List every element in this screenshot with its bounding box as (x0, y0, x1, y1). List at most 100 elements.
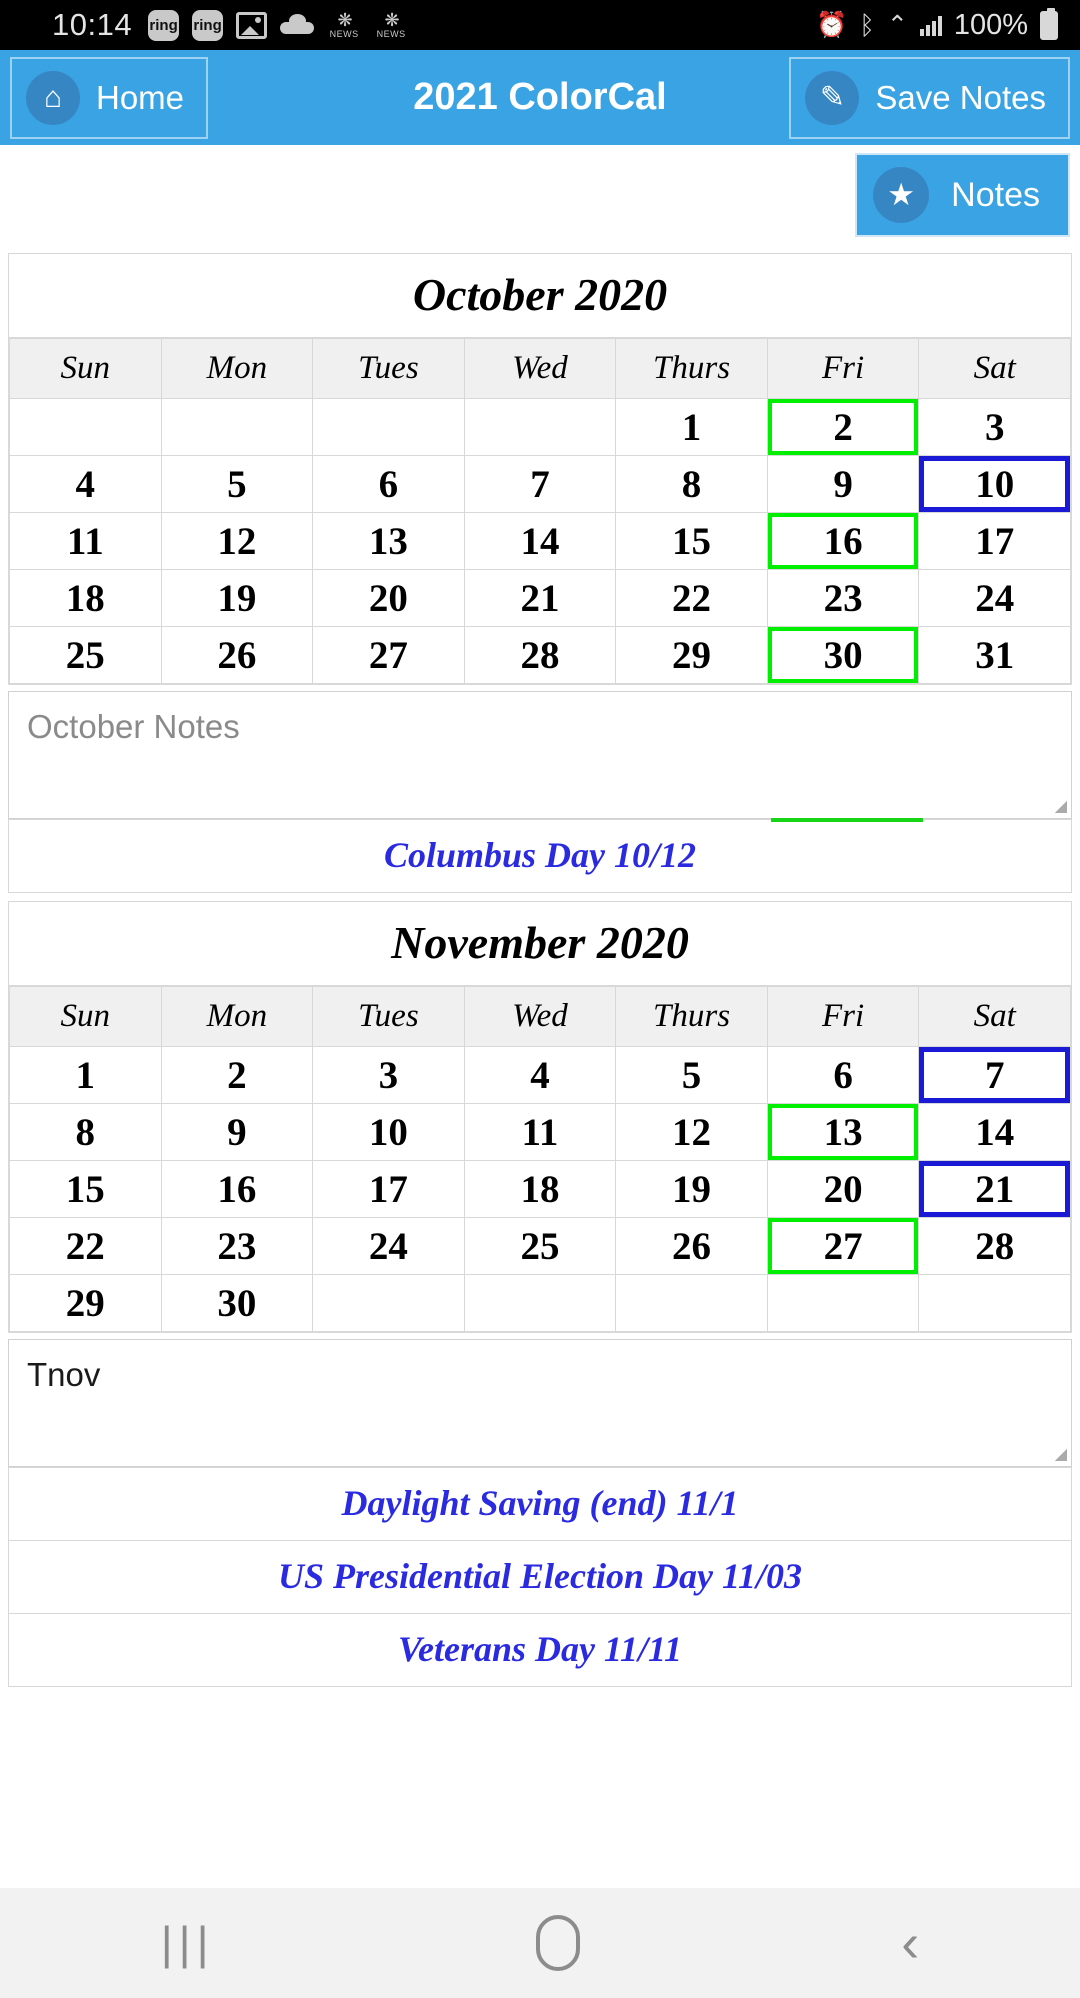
battery-percent: 100% (953, 8, 1028, 41)
calendar-day-cell[interactable]: 2 (160, 1046, 314, 1104)
calendar-day-cell[interactable]: 18 (463, 1160, 617, 1218)
photo-icon (236, 11, 268, 39)
calendar-day-cell[interactable]: 4 (9, 455, 162, 513)
holiday-row[interactable]: Columbus Day 10/12 (8, 819, 1072, 893)
calendar-day-cell[interactable]: 16 (160, 1160, 314, 1218)
calendar-day-cell[interactable]: 3 (918, 398, 1071, 456)
calendar-day-cell[interactable]: 12 (615, 1103, 768, 1161)
ring-icon: ring (148, 9, 180, 41)
nbc-feather-glyph: ❋ (384, 10, 400, 30)
calendar-day-cell[interactable]: 21 (463, 569, 617, 627)
notes-button-label: Notes (951, 175, 1040, 214)
calendar-day-cell[interactable]: 20 (312, 569, 465, 627)
calendar-day-cell[interactable]: 4 (463, 1046, 617, 1104)
calendar-day-cell[interactable]: 17 (918, 512, 1071, 570)
calendar-day-cell[interactable]: 23 (160, 1217, 314, 1275)
calendar-day-cell[interactable]: 10 (312, 1103, 465, 1161)
calendar-day-cell[interactable]: 29 (9, 1274, 162, 1332)
weekday-header-row: Sun Mon Tues Wed Thurs Fri Sat (9, 338, 1071, 399)
calendar-day-cell[interactable]: 26 (160, 626, 314, 684)
calendar-day-cell[interactable]: 30 (766, 626, 920, 684)
calendar-day-cell[interactable]: 15 (9, 1160, 162, 1218)
cloud-icon (280, 14, 315, 34)
calendar-day-cell[interactable]: 17 (312, 1160, 465, 1218)
resize-grip-icon[interactable]: ◢ (1055, 1444, 1067, 1464)
calendar-day-cell[interactable]: 20 (766, 1160, 920, 1218)
calendar-week-row: 4 5 6 7 8 9 10 (9, 455, 1071, 513)
home-button[interactable]: ⌂ Home (10, 56, 209, 139)
calendar-day-cell[interactable]: 3 (312, 1046, 465, 1104)
calendar-day-cell[interactable]: 9 (766, 455, 920, 513)
calendar-day-cell[interactable]: 14 (463, 512, 617, 570)
calendar-week-row: 11 12 13 14 15 16 17 (9, 512, 1071, 570)
calendar-day-cell[interactable]: 5 (160, 455, 314, 513)
nbc-news-icon: ❋ NEWS (374, 11, 408, 39)
calendar-day-cell[interactable]: 22 (9, 1217, 162, 1275)
holiday-row[interactable]: Veterans Day 11/11 (8, 1614, 1072, 1687)
calendar-day-cell[interactable]: 23 (766, 569, 920, 627)
calendar-empty-cell (918, 1274, 1071, 1332)
calendar-day-cell[interactable]: 5 (615, 1046, 768, 1104)
calendar-day-cell[interactable]: 27 (312, 626, 465, 684)
calendar-day-cell[interactable]: 30 (160, 1274, 314, 1332)
calendar-day-cell[interactable]: 27 (766, 1217, 920, 1275)
month-notes-placeholder: October Notes (27, 708, 240, 745)
calendar-grid: Sun Mon Tues Wed Thurs Fri Sat 1 2 3 4 5 6 7 8 9 10 11 12 1… (9, 986, 1071, 1332)
calendar-day-cell[interactable]: 6 (312, 455, 465, 513)
calendar-day-cell[interactable]: 7 (918, 1046, 1071, 1104)
calendar-day-cell[interactable]: 8 (615, 455, 768, 513)
recent-apps-icon[interactable]: ||| (161, 1916, 215, 1970)
weekday-header: Wed (463, 986, 617, 1047)
calendar-day-cell[interactable]: 2 (766, 398, 920, 456)
battery-icon (1040, 7, 1058, 40)
calendar-month: October 2020 Sun Mon Tues Wed Thurs Fri Sat 1 2 3 4… (8, 253, 1072, 685)
calendar-day-cell[interactable]: 1 (9, 1046, 162, 1104)
calendar-day-cell[interactable]: 18 (9, 569, 162, 627)
weekday-header: Thurs (615, 338, 768, 399)
calendar-day-cell[interactable]: 21 (918, 1160, 1071, 1218)
calendar-day-cell[interactable]: 11 (463, 1103, 617, 1161)
calendar-day-cell[interactable]: 6 (766, 1046, 920, 1104)
calendar-day-cell[interactable]: 24 (918, 569, 1071, 627)
calendar-day-cell[interactable]: 19 (615, 1160, 768, 1218)
calendar-day-cell[interactable]: 9 (160, 1103, 314, 1161)
calendar-day-cell[interactable]: 28 (463, 626, 617, 684)
calendar-empty-cell (615, 1274, 768, 1332)
calendar-day-cell[interactable]: 16 (766, 512, 920, 570)
save-notes-button[interactable]: ✎ Save Notes (789, 56, 1070, 139)
back-icon[interactable]: ‹ (901, 1912, 919, 1974)
calendar-day-cell[interactable]: 22 (615, 569, 768, 627)
calendar-week-row: 18 19 20 21 22 23 24 (9, 569, 1071, 627)
system-nav-bar: ||| ‹ (0, 1888, 1080, 1998)
calendar-empty-cell (312, 398, 465, 456)
month-title: October 2020 (9, 254, 1071, 338)
calendar-day-cell[interactable]: 7 (463, 455, 617, 513)
calendar-day-cell[interactable]: 19 (160, 569, 314, 627)
holiday-row[interactable]: Daylight Saving (end) 11/1 (8, 1467, 1072, 1541)
calendar-day-cell[interactable]: 8 (9, 1103, 162, 1161)
calendar-day-cell[interactable]: 1 (615, 398, 768, 456)
calendar-day-cell[interactable]: 29 (615, 626, 768, 684)
calendar-day-cell[interactable]: 28 (918, 1217, 1071, 1275)
calendar-day-cell[interactable]: 13 (312, 512, 465, 570)
month-notes-input[interactable]: October Notes ◢ (8, 691, 1072, 822)
home-icon[interactable] (535, 1915, 580, 1971)
calendar-day-cell[interactable]: 26 (615, 1217, 768, 1275)
calendar-day-cell[interactable]: 12 (160, 512, 314, 570)
holiday-row[interactable]: US Presidential Election Day 11/03 (8, 1541, 1072, 1614)
calendar-day-cell[interactable]: 24 (312, 1217, 465, 1275)
status-bar: 10:14 ring ring ❋ NEWS ❋ NEWS ⏰ ᛒ ⌃ 100% (0, 0, 1080, 50)
notes-button[interactable]: ★ Notes (855, 153, 1070, 237)
calendar-day-cell[interactable]: 15 (615, 512, 768, 570)
calendar-day-cell[interactable]: 25 (9, 626, 162, 684)
calendar-day-cell[interactable]: 14 (918, 1103, 1071, 1161)
month-notes-input[interactable]: Tnov ◢ (8, 1339, 1072, 1467)
calendar-day-cell[interactable]: 31 (918, 626, 1071, 684)
resize-grip-icon[interactable]: ◢ (1055, 796, 1067, 816)
calendar-day-cell[interactable]: 11 (9, 512, 162, 570)
calendar-day-cell[interactable]: 25 (463, 1217, 617, 1275)
calendar-empty-cell (160, 398, 314, 456)
calendar-empty-cell (463, 1274, 617, 1332)
calendar-day-cell[interactable]: 13 (766, 1103, 920, 1161)
calendar-day-cell[interactable]: 10 (918, 455, 1071, 513)
